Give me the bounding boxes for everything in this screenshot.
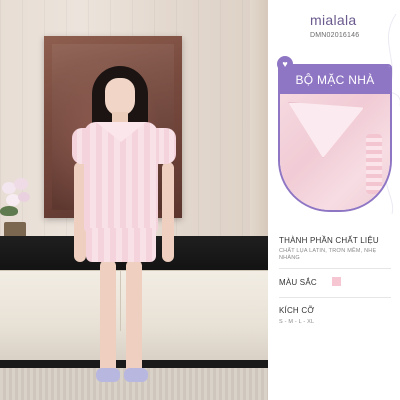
heart-icon: ♥ [277,56,293,72]
model-figure [70,62,180,400]
product-sku: DMN02016146 [310,32,360,39]
brand-logo: mialala [310,12,357,28]
pajama-shorts [86,228,156,262]
fabric-detail-image [280,94,390,210]
color-label: MÀU SẮC [279,278,317,287]
material-label: THÀNH PHẦN CHẤT LIỆU [279,236,379,245]
lifestyle-photo [0,0,268,400]
size-options: S - M - L - XL [279,319,315,325]
product-title: BỘ MẶC NHÀ [295,73,375,87]
product-detail-card: BỘ MẶC NHÀ [278,64,392,212]
divider [279,297,391,298]
slipper-left [96,368,120,382]
wall-corner [250,0,268,240]
color-swatch [332,277,341,286]
material-text: CHẤT LỤA LATIN, TRƠN MỀM, NHẸ NHÀNG [279,248,377,261]
slipper-right [124,368,148,382]
divider [279,268,391,269]
size-label: KÍCH CỠ [279,306,315,315]
